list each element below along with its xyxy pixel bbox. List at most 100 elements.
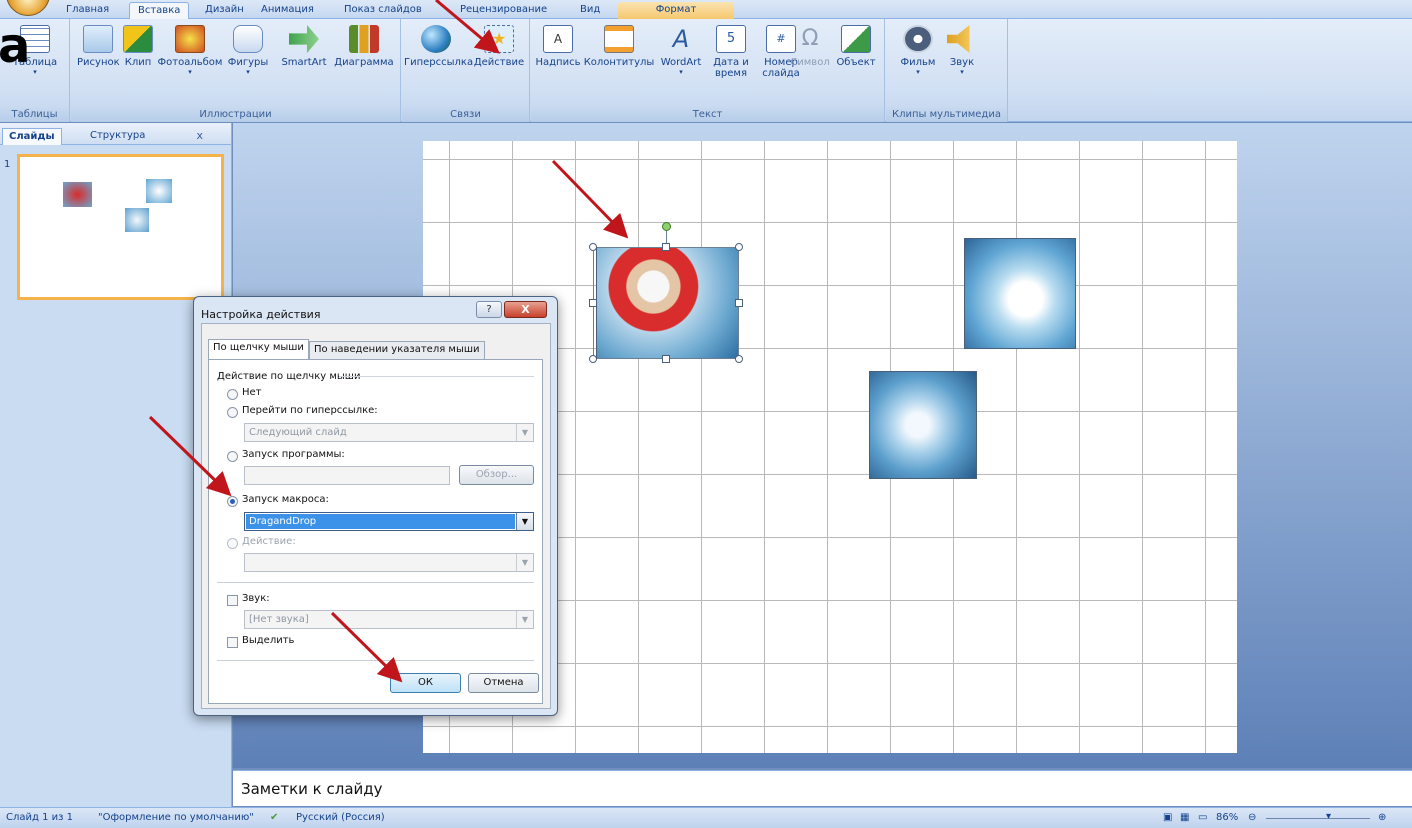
photoalbum-button[interactable]: Фотоальбом ▾ <box>157 25 223 76</box>
zoom-slider-thumb[interactable]: ▾ <box>1326 811 1331 822</box>
dialog-close-button[interactable]: X <box>504 301 547 318</box>
resize-handle-bl[interactable] <box>589 355 597 363</box>
resize-handle-top[interactable] <box>662 243 670 251</box>
chart-button[interactable]: Диаграмма <box>331 25 397 68</box>
smartart-button[interactable]: SmartArt <box>277 25 331 68</box>
cancel-button[interactable]: Отмена <box>468 673 539 693</box>
sound-label: Звук <box>949 57 975 68</box>
wordart-button[interactable]: A WordArt ▾ <box>657 25 705 76</box>
highlight-checkbox-label: Выделить <box>242 635 295 646</box>
group-links-label: Связи <box>402 108 529 122</box>
object-label: Объект <box>836 57 876 68</box>
zoom-slider-track[interactable] <box>1266 818 1370 819</box>
photoalbum-icon <box>175 25 205 53</box>
dialog-panel: Действие по щелчку мыши Нет Перейти по г… <box>208 359 543 704</box>
tab-animation[interactable]: Анимация <box>253 2 322 19</box>
zoom-level[interactable]: 86% <box>1216 812 1238 823</box>
shapes-icon <box>233 25 263 53</box>
action-button[interactable]: ★ Действие <box>470 25 528 68</box>
sound-value: [Нет звука] <box>249 614 309 625</box>
rotate-stem <box>666 231 667 243</box>
tab-insert[interactable]: Вставка <box>129 2 190 19</box>
tab-mouse-click[interactable]: По щелчку мыши <box>208 339 309 360</box>
hyperlink-label: Гиперссылка <box>404 57 474 68</box>
resize-handle-tl[interactable] <box>589 243 597 251</box>
clipart-button[interactable]: Клип <box>121 25 155 68</box>
headerfooter-button[interactable]: Колонтитулы <box>583 25 655 68</box>
program-input[interactable] <box>244 466 450 485</box>
object-icon <box>841 25 871 53</box>
symbol-button[interactable]: Ω Символ <box>787 25 833 68</box>
tab-design[interactable]: Дизайн <box>197 2 252 19</box>
picture-button[interactable]: Рисунок <box>77 25 120 68</box>
group-illustrations: Рисунок Клип Фотоальбом ▾ Фигуры ▾ SmartAr… <box>71 19 401 122</box>
tab-outline[interactable]: Структура <box>84 128 151 145</box>
puzzle-piece-snow[interactable] <box>964 238 1076 349</box>
highlight-checkbox[interactable] <box>227 637 238 648</box>
shapes-label: Фигуры <box>227 57 269 68</box>
rotate-handle[interactable] <box>662 222 671 231</box>
tab-slideshow[interactable]: Показ слайдов <box>336 2 430 19</box>
tab-home[interactable]: Главная <box>58 2 117 19</box>
chevron-down-icon: ▼ <box>516 513 533 530</box>
action-select: ▼ <box>244 553 534 572</box>
textbox-icon: A <box>543 25 573 53</box>
view-slideshow-icon[interactable]: ▭ <box>1198 812 1207 823</box>
close-icon[interactable]: x <box>196 129 203 142</box>
zoom-in-icon[interactable]: ⊕ <box>1378 812 1386 823</box>
sound-button[interactable]: Звук ▾ <box>942 25 982 76</box>
notes-area[interactable]: Заметки к слайду <box>233 770 1412 806</box>
dialog-title: Настройка действия <box>201 308 321 321</box>
resize-handle-bottom[interactable] <box>662 355 670 363</box>
group-links: Гиперссылка ★ Действие Связи <box>402 19 530 122</box>
symbol-label: Символ <box>790 57 830 68</box>
tab-format[interactable]: Формат <box>618 2 734 19</box>
shapes-button[interactable]: Фигуры ▾ <box>223 25 273 76</box>
office-button[interactable] <box>6 0 50 16</box>
group-divider <box>339 376 534 377</box>
thumb-piece-santa <box>63 182 92 207</box>
sound-select[interactable]: [Нет звука] ▼ <box>244 610 534 629</box>
radio-macro-label: Запуск макроса: <box>242 494 329 505</box>
dialog-separator-bottom <box>217 660 534 661</box>
resize-handle-br[interactable] <box>735 355 743 363</box>
radio-hyperlink[interactable] <box>227 407 238 418</box>
browse-button[interactable]: Обзор... <box>459 465 534 485</box>
hyperlink-select[interactable]: Следующий слайд ▼ <box>244 423 534 442</box>
macro-select[interactable]: DragandDrop ▼ <box>244 512 534 531</box>
resize-handle-tr[interactable] <box>735 243 743 251</box>
help-button[interactable]: ? <box>476 301 502 318</box>
picture-icon <box>83 25 113 53</box>
hyperlink-button[interactable]: Гиперссылка <box>404 25 473 68</box>
view-normal-icon[interactable]: ▣ <box>1163 812 1172 823</box>
object-button[interactable]: Объект <box>833 25 879 68</box>
radio-hyperlink-label: Перейти по гиперссылке: <box>242 405 378 416</box>
spellcheck-icon[interactable]: ✔ <box>270 812 278 823</box>
datetime-button[interactable]: 5 Дата и время <box>707 25 755 79</box>
macro-value: DragandDrop <box>246 514 515 529</box>
group-text: A Надпись Колонтитулы A WordArt ▾ 5 Дата … <box>531 19 885 122</box>
resize-handle-right[interactable] <box>735 299 743 307</box>
zoom-out-icon[interactable]: ⊖ <box>1248 812 1256 823</box>
tab-mouse-over[interactable]: По наведении указателя мыши <box>309 341 485 359</box>
dialog-separator <box>217 582 534 583</box>
picture-label: Рисунок <box>77 57 120 68</box>
tab-view[interactable]: Вид <box>572 2 608 19</box>
puzzle-piece-ice[interactable] <box>869 371 977 479</box>
sound-checkbox[interactable] <box>227 595 238 606</box>
radio-macro[interactable] <box>227 496 238 507</box>
view-sorter-icon[interactable]: ▦ <box>1180 812 1189 823</box>
ok-button[interactable]: ОК <box>390 673 461 693</box>
resize-handle-left[interactable] <box>589 299 597 307</box>
textbox-button[interactable]: A Надпись <box>535 25 581 68</box>
slide-thumbnail[interactable] <box>17 154 224 300</box>
radio-none[interactable] <box>227 389 238 400</box>
chevron-down-icon: ▼ <box>516 611 533 628</box>
tab-review[interactable]: Рецензирование <box>452 2 555 19</box>
calendar-icon: 5 <box>716 25 746 53</box>
status-language[interactable]: Русский (Россия) <box>296 812 385 823</box>
wordart-icon: A <box>672 25 690 53</box>
tab-slides[interactable]: Слайды <box>2 128 62 145</box>
radio-program[interactable] <box>227 451 238 462</box>
movie-button[interactable]: Фильм ▾ <box>896 25 940 76</box>
